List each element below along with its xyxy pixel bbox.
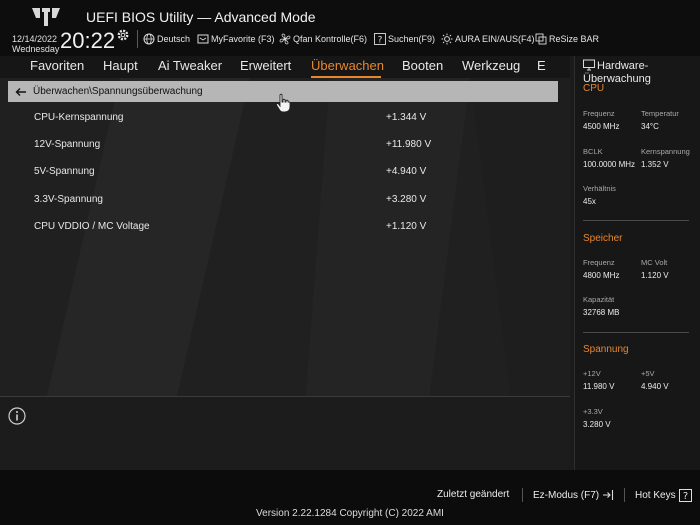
section-voltage: Spannung <box>583 344 629 355</box>
monitor-icon <box>583 59 595 71</box>
version-text: Version 2.22.1284 Copyright (C) 2022 AMI <box>256 508 444 519</box>
core-voltage-value: 1.352 V <box>641 160 669 169</box>
hand-cursor-icon <box>275 93 291 113</box>
tab-werkzeug[interactable]: Werkzeug <box>462 58 520 73</box>
ez-mode-label: Ez-Modus (F7) <box>533 489 600 501</box>
tab-haupt[interactable]: Haupt <box>103 58 138 73</box>
section-cpu: CPU <box>583 83 605 94</box>
value-12v-voltage: +11.980 V <box>386 139 432 150</box>
ratio-value: 45x <box>583 197 596 206</box>
mem-freq-value: 4800 MHz <box>583 271 620 280</box>
myfavorite-button[interactable]: MyFavorite (F3) <box>197 33 275 45</box>
qfan-button[interactable]: Qfan Kontrolle(F6) <box>279 33 367 45</box>
gear-icon[interactable] <box>116 28 130 42</box>
setting-5v-voltage[interactable]: 5V-Spannung <box>34 166 95 177</box>
tab-ai-tweaker[interactable]: Ai Tweaker <box>158 58 222 73</box>
qfan-label: Qfan Kontrolle(F6) <box>293 34 368 44</box>
footer-divider <box>624 488 625 502</box>
aura-icon <box>441 33 453 45</box>
v33-label: +3.3V <box>583 407 603 416</box>
section-divider <box>583 332 689 333</box>
tab-favoriten[interactable]: Favoriten <box>30 58 84 73</box>
back-arrow-icon[interactable] <box>14 85 28 99</box>
tab-erweitert[interactable]: Erweitert <box>240 58 291 73</box>
hot-keys-button[interactable]: Hot Keys ? <box>635 489 692 502</box>
hardware-monitor-panel: Hardware-Überwachung CPU Frequenz Temper… <box>574 56 700 470</box>
language-label: Deutsch <box>157 34 191 44</box>
mem-freq-label: Frequenz <box>583 258 615 267</box>
cpu-temp-label: Temperatur <box>641 109 679 118</box>
favorite-icon <box>197 34 209 44</box>
main-menu-tabs: Favoriten Haupt Ai Tweaker Erweitert Übe… <box>0 56 570 78</box>
svg-text:?: ? <box>682 491 687 502</box>
top-header: UEFI BIOS Utility — Advanced Mode 12/14/… <box>0 0 700 56</box>
bclk-label: BCLK <box>583 147 603 156</box>
info-icon <box>8 407 26 425</box>
value-cpu-core-voltage: +1.344 V <box>386 112 427 123</box>
myfavorite-label: MyFavorite (F3) <box>211 34 275 44</box>
search-icon: ? <box>374 33 386 45</box>
setting-vddio-mc-voltage[interactable]: CPU VDDIO / MC Voltage <box>34 221 150 232</box>
bclk-value: 100.0000 MHz <box>583 160 636 169</box>
aura-label: AURA EIN/AUS(F4) <box>455 34 535 44</box>
cpu-freq-label: Frequenz <box>583 109 615 118</box>
capacity-label: Kapazität <box>583 295 615 304</box>
breadcrumb-path: Überwachen\Spannungsüberwachung <box>33 86 203 97</box>
tuf-logo-icon <box>32 8 60 26</box>
setting-cpu-core-voltage[interactable]: CPU-Kernspannung <box>34 112 124 123</box>
v5-label: +5V <box>641 369 655 378</box>
hot-keys-label: Hot Keys <box>635 490 676 501</box>
v5-value: 4.940 V <box>641 382 669 391</box>
help-panel <box>0 396 570 470</box>
section-memory: Speicher <box>583 233 623 244</box>
fan-icon <box>279 33 291 45</box>
value-3v3-voltage: +3.280 V <box>386 194 427 205</box>
date-text: 12/14/2022 <box>12 34 58 44</box>
svg-text:?: ? <box>378 36 383 46</box>
resize-bar-icon <box>535 33 547 45</box>
setting-3v3-voltage[interactable]: 3.3V-Spannung <box>34 194 103 205</box>
value-5v-voltage: +4.940 V <box>386 166 427 177</box>
mc-volt-value: 1.120 V <box>641 271 669 280</box>
v12-label: +12V <box>583 369 601 378</box>
search-button[interactable]: ? Suchen(F9) <box>374 33 435 45</box>
globe-icon <box>143 33 155 45</box>
capacity-value: 32768 MB <box>583 308 620 317</box>
cpu-freq-value: 4500 MHz <box>583 122 620 131</box>
tab-booten[interactable]: Booten <box>402 58 443 73</box>
v33-value: 3.280 V <box>583 420 611 429</box>
hw-monitor-title: Hardware-Überwachung <box>583 59 699 86</box>
mc-volt-label: MC Volt <box>641 258 668 267</box>
search-label: Suchen(F9) <box>388 34 436 44</box>
app-title: UEFI BIOS Utility — Advanced Mode <box>86 9 316 25</box>
tab-exit-partial[interactable]: E <box>537 58 546 73</box>
date-display: 12/14/2022 Wednesday <box>12 34 59 54</box>
core-voltage-label: Kernspannung <box>641 147 690 156</box>
ez-mode-button[interactable]: Ez-Modus (F7) <box>533 489 614 501</box>
aura-button[interactable]: AURA EIN/AUS(F4) <box>441 33 535 45</box>
v12-value: 11.980 V <box>583 382 615 391</box>
resize-bar-label: ReSize BAR <box>549 34 600 44</box>
weekday-text: Wednesday <box>12 44 60 54</box>
cpu-temp-value: 34°C <box>641 122 659 131</box>
ratio-label: Verhältnis <box>583 184 616 193</box>
tab-ueberwachen[interactable]: Überwachen <box>311 58 384 73</box>
resize-bar-button[interactable]: ReSize BAR <box>535 33 599 45</box>
setting-12v-voltage[interactable]: 12V-Spannung <box>34 139 100 150</box>
section-divider <box>583 220 689 221</box>
exit-arrow-icon <box>603 490 614 500</box>
footer-bar: Zuletzt geändert Ez-Modus (F7) Hot Keys … <box>0 470 700 525</box>
help-icon: ? <box>678 489 692 502</box>
header-divider <box>137 30 138 48</box>
footer-divider <box>522 488 523 502</box>
language-button[interactable]: Deutsch <box>143 33 190 45</box>
value-vddio-mc-voltage: +1.120 V <box>386 221 427 232</box>
clock-time: 20:22 <box>60 28 116 53</box>
last-changed-button[interactable]: Zuletzt geändert <box>437 489 509 500</box>
